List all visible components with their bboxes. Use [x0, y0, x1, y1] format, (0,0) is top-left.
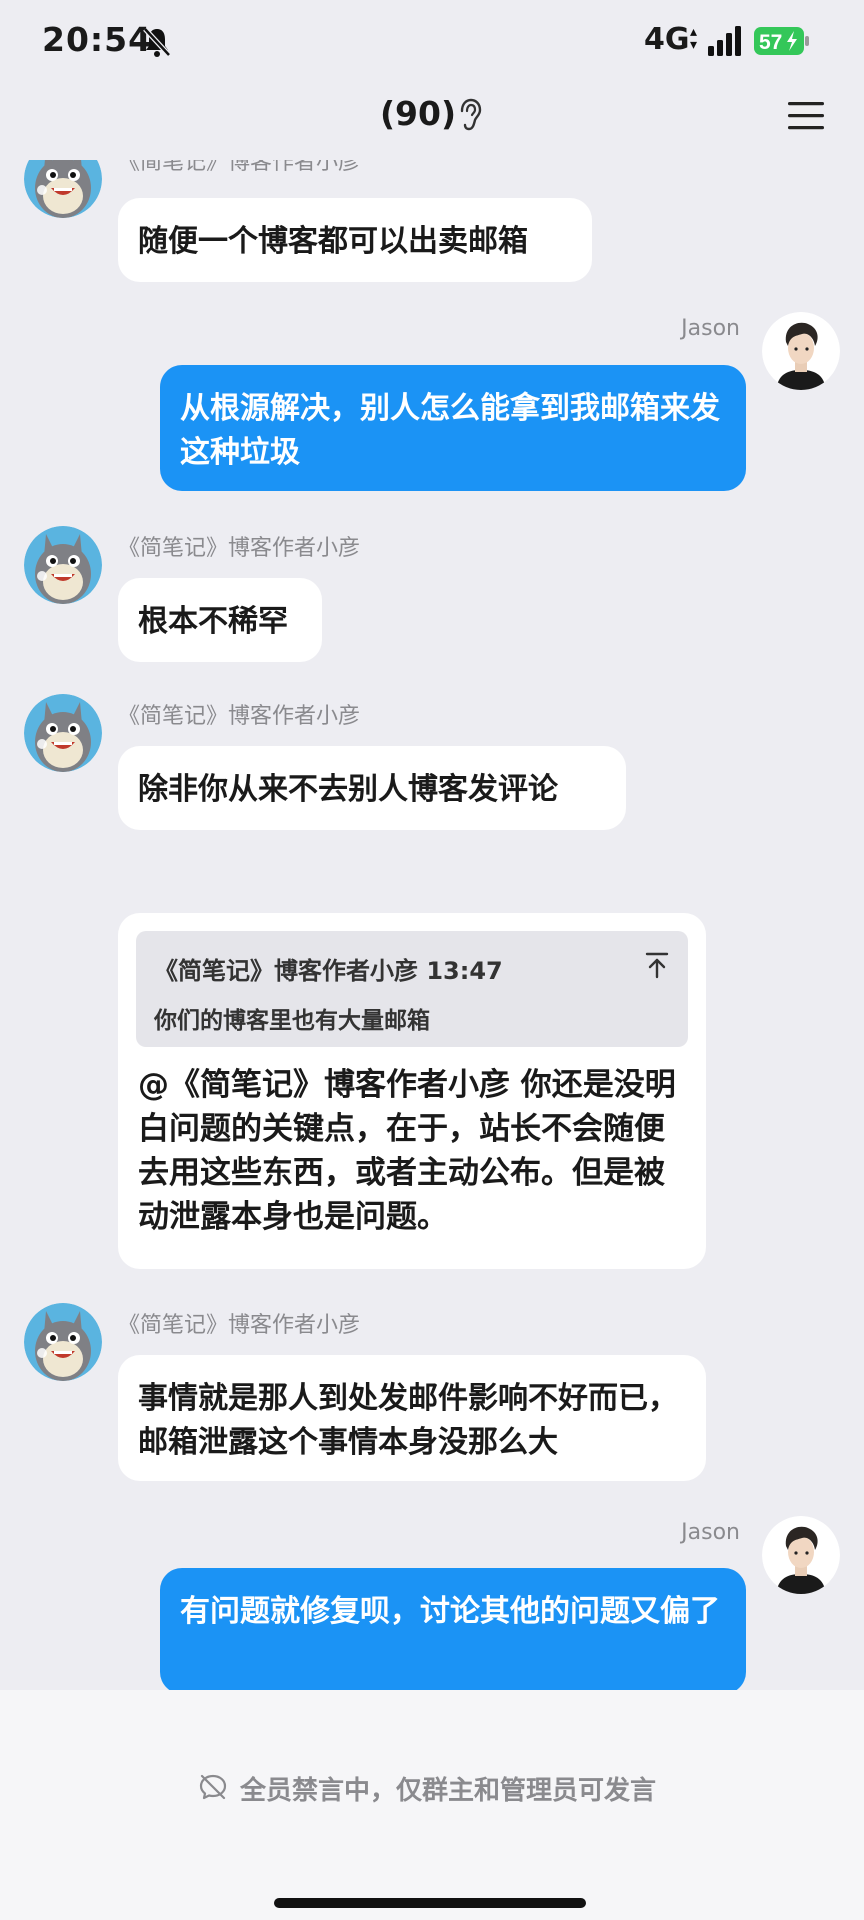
avatar[interactable] [24, 526, 102, 604]
muted-chat-icon [199, 1774, 227, 1800]
status-time: 20:54 [42, 20, 153, 59]
avatar[interactable] [762, 1516, 840, 1594]
message-bubble[interactable]: 随便一个博客都可以出卖邮箱 [118, 198, 592, 282]
sender-name: Jason [681, 1520, 740, 1545]
battery-icon: 57 [754, 27, 809, 55]
message-bubble[interactable]: 根本不稀罕 [118, 578, 322, 662]
home-indicator[interactable] [274, 1898, 586, 1908]
sender-name: 《简笔记》博客作者小彦 [118, 536, 361, 561]
signal-icon [708, 26, 741, 56]
chat-header: (90) [0, 84, 864, 160]
avatar[interactable] [24, 160, 102, 218]
menu-icon[interactable] [786, 98, 826, 134]
quoted-author-time: 《简笔记》博客作者小彦 13:47 [154, 957, 503, 985]
data-activity-icon: ▴ ▾ [690, 24, 698, 53]
sender-name: Jason [681, 316, 740, 341]
quoted-message[interactable]: 《简笔记》博客作者小彦 13:47 你们的博客里也有大量邮箱 [136, 931, 688, 1047]
avatar[interactable] [24, 1303, 102, 1381]
network-type: 4G [644, 22, 690, 57]
reply-text: @《简笔记》博客作者小彦 你还是没明白问题的关键点，在于，站长不会随便去用这些东… [138, 1067, 676, 1235]
ear-icon [460, 98, 482, 131]
message-bubble[interactable]: 有问题就修复呗，讨论其他的问题又偏了 [160, 1568, 746, 1690]
bell-muted-icon [143, 27, 171, 57]
sender-name: 《简笔记》博客作者小彦 [118, 160, 361, 175]
message-bubble[interactable]: 事情就是那人到处发邮件影响不好而已，邮箱泄露这个事情本身没那么大 [118, 1355, 706, 1481]
battery-level: 57 [759, 31, 782, 54]
avatar[interactable] [24, 694, 102, 772]
jump-to-original-icon[interactable] [644, 951, 670, 979]
sender-name: 《简笔记》博客作者小彦 [118, 1313, 361, 1338]
message-bubble[interactable]: 从根源解决，别人怎么能拿到我邮箱来发这种垃圾 [160, 365, 746, 491]
status-bar: 20:54 4G ▴ ▾ 57 [0, 0, 864, 84]
avatar[interactable] [762, 312, 840, 390]
message-bubble[interactable]: 除非你从来不去别人博客发评论 [118, 746, 626, 830]
input-area-muted: 全员禁言中，仅群主和管理员可发言 [0, 1690, 864, 1920]
reply-message-bubble[interactable]: 《简笔记》博客作者小彦 13:47 你们的博客里也有大量邮箱 @《简笔记》博客作… [118, 913, 706, 1269]
muted-notice: 全员禁言中，仅群主和管理员可发言 [240, 1776, 657, 1806]
sender-name: 《简笔记》博客作者小彦 [118, 704, 361, 729]
chat-message-list[interactable]: 《简笔记》博客作者小彦 随便一个博客都可以出卖邮箱 Jason 从根源解决，别人… [0, 160, 864, 1690]
quoted-text: 你们的博客里也有大量邮箱 [154, 1008, 430, 1034]
